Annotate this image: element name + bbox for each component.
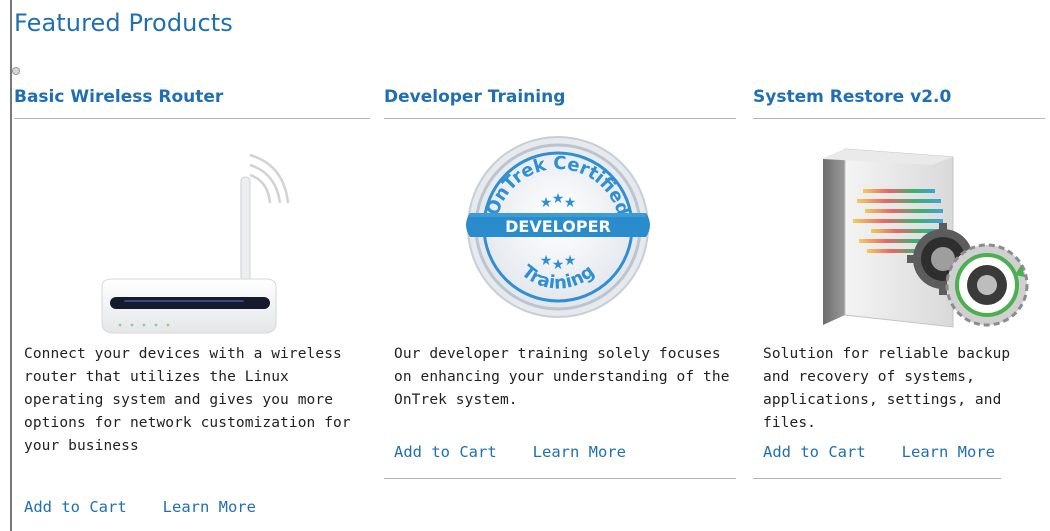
badge-band-text: DEVELOPER	[505, 217, 611, 236]
product-description: Connect your devices with a wireless rou…	[24, 346, 351, 454]
software-box-illustration	[823, 148, 1029, 328]
svg-text:★: ★	[540, 195, 553, 211]
add-to-cart-link[interactable]: Add to Cart	[24, 498, 127, 516]
left-border	[10, 0, 12, 531]
wifi-signal-icon	[249, 153, 290, 204]
learn-more-link[interactable]: Learn More	[163, 498, 256, 516]
svg-text:★: ★	[564, 195, 577, 211]
product-card-router: Basic Wireless Router Connect your devic…	[14, 84, 370, 524]
wireless-router-image[interactable]	[14, 119, 370, 343]
svg-text:★: ★	[552, 191, 565, 207]
divider	[753, 478, 1001, 479]
divider	[384, 478, 736, 479]
router-illustration	[101, 153, 290, 334]
svg-text:★: ★	[540, 253, 553, 269]
section-title: Featured Products	[14, 9, 233, 37]
product-name[interactable]: System Restore v2.0	[753, 84, 1045, 119]
product-description: Solution for reliable backup and recover…	[763, 346, 1011, 431]
ontrek-certified-badge[interactable]: OnTrek Certified Training ★ ★ ★ ★ ★ ★ DEVELO…	[384, 119, 736, 343]
add-to-cart-link[interactable]: Add to Cart	[763, 443, 866, 461]
certified-badge-illustration: OnTrek Certified Training ★ ★ ★ ★ ★ ★ DEVELO…	[466, 136, 650, 318]
product-description: Our developer training solely focuses on…	[394, 346, 730, 408]
product-card-training: Developer Training OnTrek Certified Trai…	[384, 84, 736, 524]
learn-more-link[interactable]: Learn More	[902, 443, 995, 461]
restore-gear-icon	[945, 243, 1029, 327]
svg-text:★: ★	[564, 253, 577, 269]
add-to-cart-link[interactable]: Add to Cart	[394, 443, 497, 461]
product-name[interactable]: Basic Wireless Router	[14, 84, 370, 119]
software-box-gears[interactable]	[753, 119, 1045, 343]
product-name[interactable]: Developer Training	[384, 84, 736, 119]
svg-text:★: ★	[552, 257, 565, 273]
learn-more-link[interactable]: Learn More	[533, 443, 626, 461]
carousel-indicator-icon[interactable]	[12, 67, 20, 75]
product-actions: Add to Cart Learn More	[753, 443, 995, 467]
product-actions: Add to Cart Learn More	[384, 443, 626, 467]
product-card-restore: System Restore v2.0 Solution for reliabl…	[753, 84, 1045, 524]
product-actions: Add to Cart Learn More	[14, 498, 256, 522]
